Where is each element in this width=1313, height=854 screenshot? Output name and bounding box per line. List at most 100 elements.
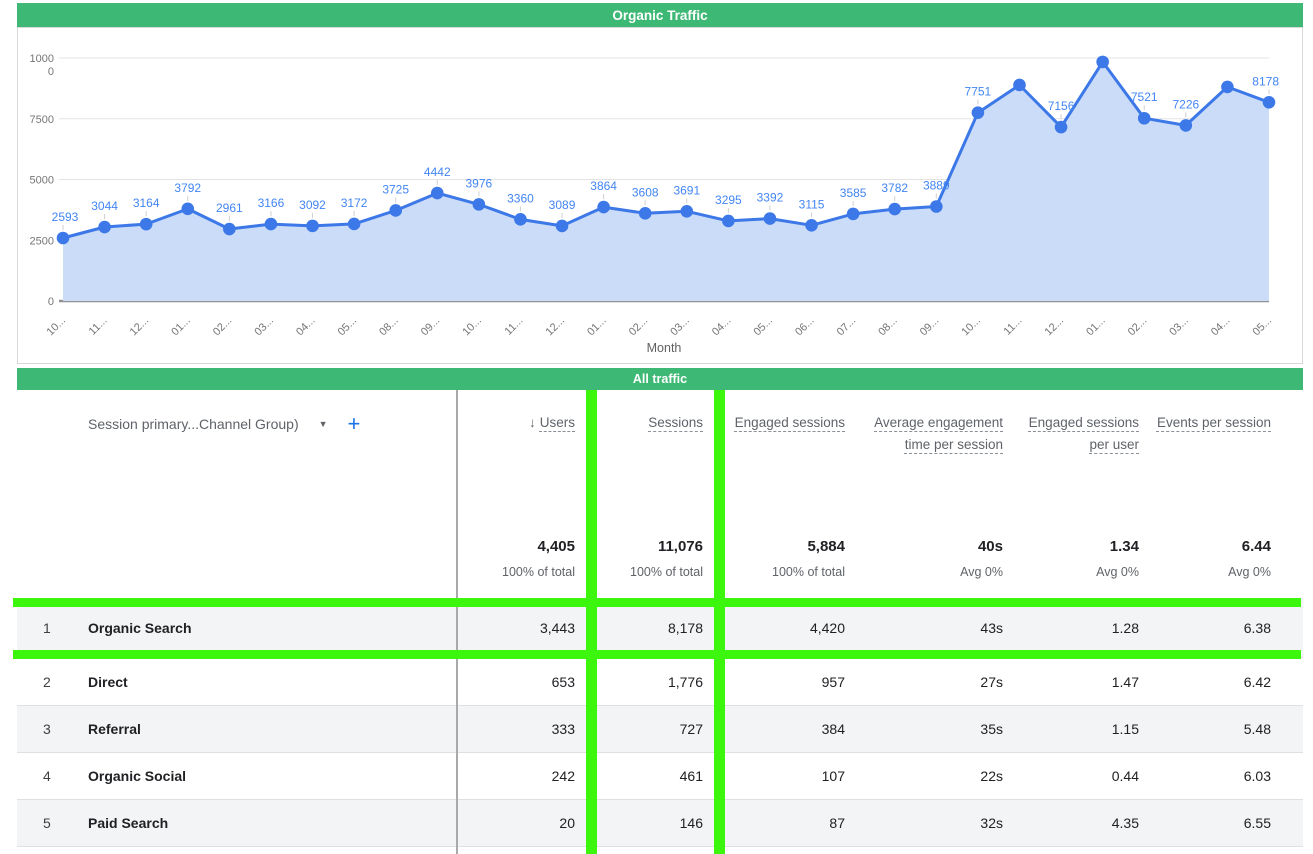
table-row: 2Direct6531,77695727s1.476.42 bbox=[17, 658, 1303, 706]
data-point[interactable] bbox=[1096, 56, 1109, 69]
total-value: 4,405 bbox=[457, 538, 575, 556]
data-point[interactable] bbox=[140, 218, 153, 231]
metric-cell: 4.35 bbox=[1015, 800, 1151, 847]
organic-traffic-chart[interactable]: 0250050007500100002593304431643792296131… bbox=[17, 27, 1303, 364]
data-point-label: 7226 bbox=[1172, 97, 1199, 111]
data-point[interactable] bbox=[514, 213, 527, 226]
metric-header-label[interactable]: Engaged sessions per user bbox=[1029, 415, 1139, 452]
data-point[interactable] bbox=[972, 106, 985, 119]
x-axis-tick-label: 10... bbox=[460, 315, 484, 339]
metric-cell: 1.15 bbox=[1015, 706, 1151, 753]
data-point[interactable] bbox=[680, 205, 693, 218]
highlight-column-right bbox=[714, 390, 725, 854]
totals-cell: 5,884100% of total bbox=[725, 538, 857, 579]
metric-header-users[interactable]: ↓ Users bbox=[457, 412, 587, 434]
data-point[interactable] bbox=[805, 219, 818, 232]
data-point[interactable] bbox=[98, 221, 111, 234]
area-chart-canvas[interactable]: 0250050007500100002593304431643792296131… bbox=[18, 28, 1302, 363]
x-axis-tick-label: 09... bbox=[419, 315, 443, 339]
x-axis-tick-label: 01... bbox=[585, 315, 609, 339]
y-axis-tick-label: 7500 bbox=[30, 114, 54, 126]
data-point[interactable] bbox=[1263, 96, 1276, 109]
data-point-label: 7521 bbox=[1131, 90, 1158, 104]
data-point[interactable] bbox=[556, 220, 569, 233]
data-point[interactable] bbox=[1221, 81, 1234, 94]
metric-header-engaged-sessions[interactable]: Engaged sessions bbox=[725, 412, 857, 434]
metric-header-label[interactable]: Average engagement time per session bbox=[874, 415, 1003, 452]
data-point-label: 4442 bbox=[424, 165, 451, 179]
metric-cell: 27s bbox=[857, 658, 1015, 706]
data-point[interactable] bbox=[1138, 112, 1151, 125]
column-resize-divider[interactable] bbox=[456, 390, 458, 854]
data-point[interactable] bbox=[847, 208, 860, 221]
data-point[interactable] bbox=[764, 212, 777, 225]
metric-cell: 6.03 bbox=[1151, 753, 1283, 800]
data-point-label: 3889 bbox=[923, 178, 950, 192]
metric-cell: 20 bbox=[457, 800, 587, 847]
data-point[interactable] bbox=[265, 218, 278, 231]
data-point[interactable] bbox=[888, 203, 901, 216]
x-axis-tick-label: 05... bbox=[336, 315, 360, 339]
data-point[interactable] bbox=[1013, 79, 1026, 92]
metric-header-average-engagement-time-per-session[interactable]: Average engagement time per session bbox=[857, 412, 1015, 456]
dimension-label[interactable]: Session primary...Channel Group) bbox=[88, 416, 299, 432]
channel-name: Organic Search bbox=[88, 598, 192, 658]
x-axis-tick-label: 07... bbox=[835, 315, 859, 339]
metric-cell: 4,420 bbox=[725, 598, 857, 658]
y-axis-tick-label: 2500 bbox=[30, 235, 54, 247]
data-point-label: 3044 bbox=[91, 199, 118, 213]
data-point[interactable] bbox=[1055, 121, 1068, 134]
data-point-label: 3782 bbox=[881, 181, 908, 195]
chevron-down-icon[interactable]: ▼ bbox=[319, 419, 328, 429]
table-panel-title: All traffic bbox=[17, 368, 1303, 390]
metric-header-label[interactable]: Users bbox=[540, 415, 575, 430]
metric-header-label[interactable]: Events per session bbox=[1157, 415, 1271, 430]
x-axis-tick-label: 12... bbox=[1043, 315, 1067, 339]
x-axis-tick-label: 12... bbox=[544, 315, 568, 339]
total-value: 40s bbox=[857, 538, 1003, 556]
data-point[interactable] bbox=[1180, 119, 1193, 132]
x-axis-tick-label: 01... bbox=[169, 315, 193, 339]
data-point[interactable] bbox=[348, 218, 361, 231]
metric-header-label[interactable]: Sessions bbox=[648, 415, 703, 430]
x-axis-tick-label: 08... bbox=[876, 315, 900, 339]
data-point[interactable] bbox=[431, 187, 444, 200]
table-row: 4Organic Social24246110722s0.446.03 bbox=[17, 753, 1303, 800]
data-point[interactable] bbox=[930, 200, 943, 213]
metric-header-engaged-sessions-per-user[interactable]: Engaged sessions per user bbox=[1015, 412, 1151, 456]
dimension-header[interactable]: Session primary...Channel Group) ▼ + bbox=[88, 414, 360, 434]
x-axis-tick-label: 11... bbox=[503, 315, 526, 338]
data-point-label: 3172 bbox=[341, 196, 368, 210]
data-point-label: 3295 bbox=[715, 193, 742, 207]
total-value: 5,884 bbox=[725, 538, 845, 556]
chart-panel-title: Organic Traffic bbox=[17, 3, 1303, 27]
data-point[interactable] bbox=[639, 207, 652, 220]
data-point[interactable] bbox=[181, 203, 194, 216]
metric-cell: 653 bbox=[457, 658, 587, 706]
metric-cell: 333 bbox=[457, 706, 587, 753]
data-point[interactable] bbox=[223, 223, 236, 236]
add-dimension-button[interactable]: + bbox=[348, 414, 361, 434]
metric-header-events-per-session[interactable]: Events per session bbox=[1151, 412, 1283, 434]
data-point[interactable] bbox=[597, 201, 610, 214]
sort-descending-icon[interactable]: ↓ bbox=[529, 415, 536, 430]
data-point-label: 2593 bbox=[52, 210, 79, 224]
totals-cell: 40sAvg 0% bbox=[857, 538, 1015, 579]
data-point-label: 3976 bbox=[466, 176, 493, 190]
data-point[interactable] bbox=[57, 232, 70, 245]
data-point[interactable] bbox=[722, 215, 735, 228]
data-point-label: 3360 bbox=[507, 191, 534, 205]
metric-header-label[interactable]: Engaged sessions bbox=[735, 415, 845, 430]
metric-header-sessions[interactable]: Sessions bbox=[597, 412, 715, 434]
channel-name: Referral bbox=[88, 706, 141, 753]
data-point[interactable] bbox=[473, 198, 486, 211]
metric-cell: 957 bbox=[725, 658, 857, 706]
data-point-label: 3166 bbox=[258, 196, 285, 210]
x-axis-tick-label: 01... bbox=[1084, 315, 1108, 339]
row-number: 5 bbox=[43, 800, 51, 847]
data-point[interactable] bbox=[389, 204, 402, 217]
metric-cell: 461 bbox=[597, 753, 715, 800]
data-point[interactable] bbox=[306, 220, 319, 233]
metric-cell: 146 bbox=[597, 800, 715, 847]
total-subtext: Avg 0% bbox=[1015, 565, 1139, 579]
